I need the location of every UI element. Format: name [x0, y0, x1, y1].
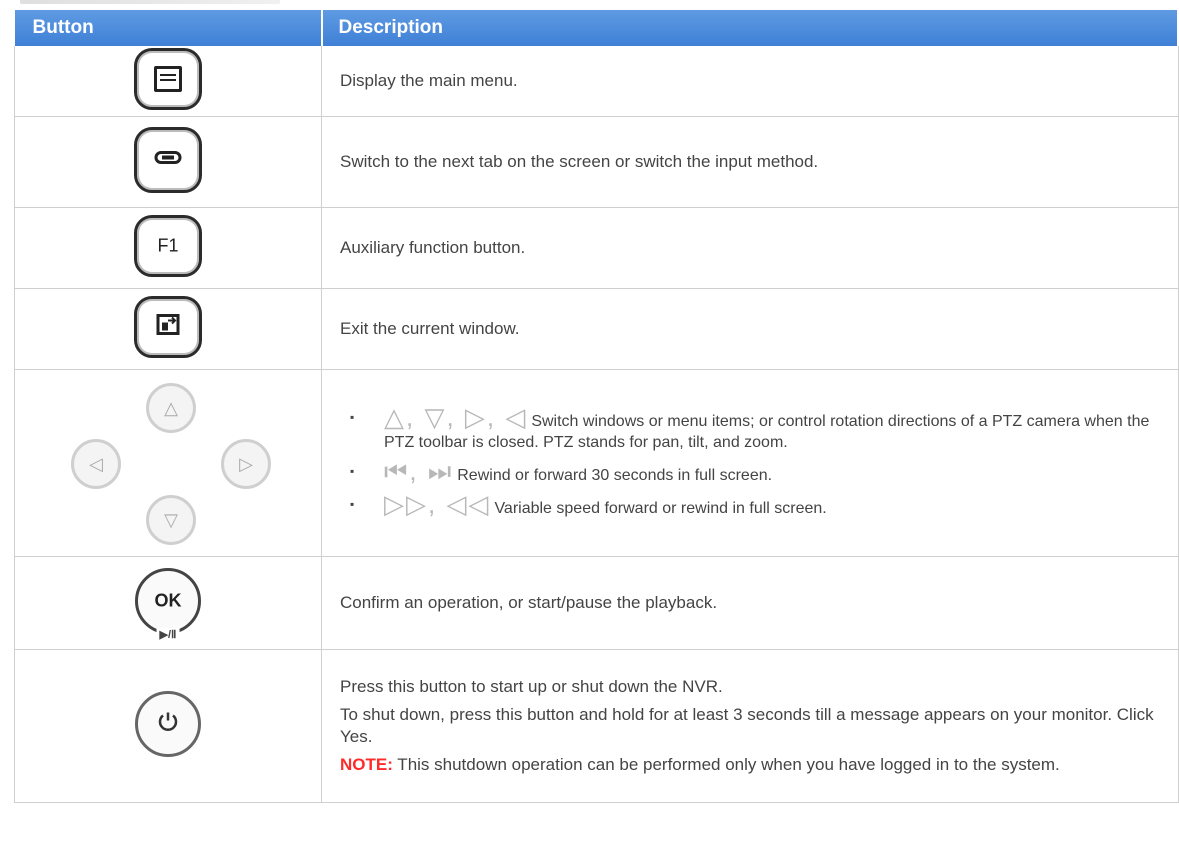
f1-key-icon: F1 [157, 235, 179, 255]
description-cell: △, ▽, ▷, ◁Switch windows or menu items; … [321, 369, 1179, 557]
table-row: Press this button to start up or shut do… [14, 649, 1179, 803]
button-cell [14, 46, 322, 117]
play-pause-label: ▶/Ⅱ [156, 627, 180, 641]
up-arrow-icon: △ [146, 383, 196, 433]
table-row: Exit the current window. [14, 288, 1179, 370]
description-cell: Press this button to start up or shut do… [321, 649, 1179, 803]
button-cell [14, 288, 322, 370]
description-cell: Auxiliary function button. [321, 207, 1179, 289]
tab-switch-icon [154, 149, 182, 170]
cut-off-caption [20, 0, 280, 4]
variable-speed-icon: ▷▷, ◁◁ [384, 489, 491, 519]
list-item: △, ▽, ▷, ◁Switch windows or menu items; … [350, 404, 1177, 453]
exit-icon [156, 313, 180, 340]
shutdown-description: To shut down, press this button and hold… [340, 705, 1154, 746]
note-label: NOTE: [340, 755, 393, 774]
table-row: F1 Auxiliary function button. [14, 207, 1179, 289]
left-arrow-icon: ◁ [71, 439, 121, 489]
note: NOTE: This shutdown operation can be per… [340, 754, 1177, 776]
header-button: Button [14, 10, 323, 46]
exit-key [134, 295, 202, 358]
list-item: ⏮, ⏭Rewind or forward 30 seconds in full… [350, 458, 1177, 486]
menu-icon [154, 65, 182, 92]
header-description: Description [321, 10, 1179, 46]
bullet-text: Rewind or forward 30 seconds in full scr… [457, 467, 773, 484]
f1-key: F1 [134, 214, 202, 277]
list-item: ▷▷, ◁◁Variable speed forward or rewind i… [350, 491, 1177, 519]
down-arrow-icon: ▽ [146, 495, 196, 545]
menu-key [134, 47, 202, 110]
note-text: This shutdown operation can be performed… [392, 755, 1060, 774]
button-cell: F1 [14, 207, 322, 289]
top-strip [0, 0, 1179, 10]
button-description-table: Button Description Display the main menu… [14, 10, 1179, 803]
description-cell: Confirm an operation, or start/pause the… [321, 556, 1179, 650]
button-cell [14, 116, 322, 208]
button-cell [14, 649, 322, 803]
ok-key: OK ▶/Ⅱ [135, 567, 201, 641]
tab-switch-key [134, 126, 202, 193]
power-key [135, 690, 201, 757]
direction-pad-icon: △ ◁ ▷ ▽ [63, 383, 273, 545]
ok-play-pause-icon: OK [154, 590, 182, 610]
table-row: △ ◁ ▷ ▽ △, ▽, ▷, ◁Switch windows or menu… [14, 369, 1179, 557]
power-icon [156, 709, 180, 738]
description-cell: Display the main menu. [321, 46, 1179, 117]
table-header-row: Button Description [14, 10, 1179, 46]
table-row: OK ▶/Ⅱ Confirm an operation, or start/pa… [14, 556, 1179, 650]
table-row: Display the main menu. [14, 46, 1179, 117]
button-cell: OK ▶/Ⅱ [14, 556, 322, 650]
table-row: Switch to the next tab on the screen or … [14, 116, 1179, 208]
bullet-list: △, ▽, ▷, ◁Switch windows or menu items; … [340, 404, 1177, 519]
description-cell: Exit the current window. [321, 288, 1179, 370]
bullet-text: Variable speed forward or rewind in full… [494, 500, 827, 517]
right-arrow-icon: ▷ [221, 439, 271, 489]
skip-30s-icon: ⏮, ⏭ [384, 456, 454, 486]
description-cell: Switch to the next tab on the screen or … [321, 116, 1179, 208]
button-cell: △ ◁ ▷ ▽ [14, 369, 322, 557]
power-description: Press this button to start up or shut do… [340, 677, 723, 696]
direction-arrows-icon: △, ▽, ▷, ◁ [384, 402, 528, 432]
